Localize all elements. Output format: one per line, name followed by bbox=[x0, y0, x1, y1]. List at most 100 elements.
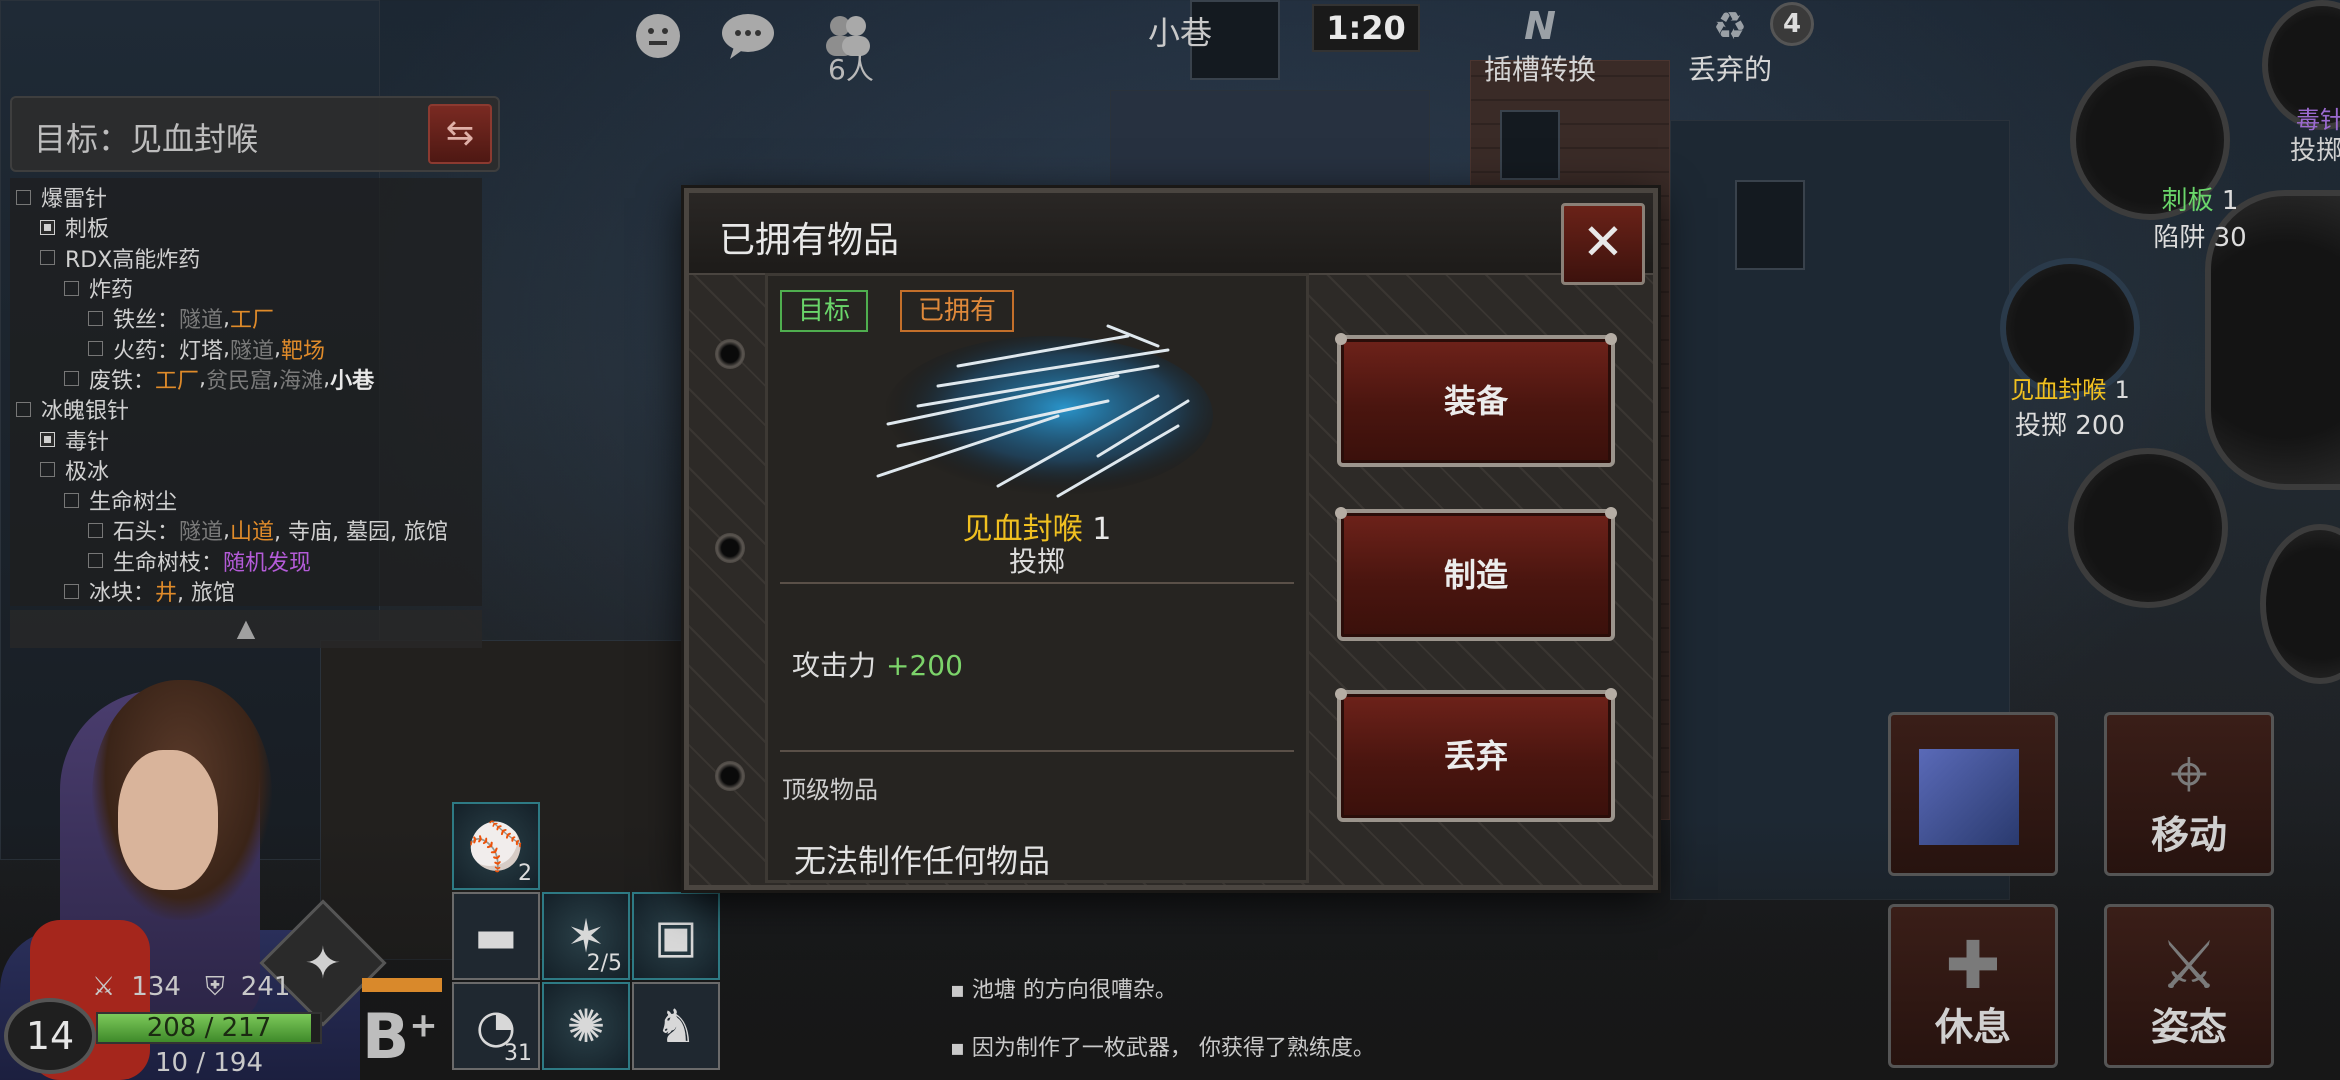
trap-count: 1 bbox=[2221, 186, 2239, 216]
window bbox=[1735, 180, 1805, 270]
slot-count: 2 bbox=[518, 861, 532, 886]
inventory-slot[interactable]: ▣ bbox=[632, 892, 720, 980]
checkbox[interactable] bbox=[16, 189, 31, 205]
checkbox[interactable] bbox=[64, 492, 79, 508]
close-x-icon[interactable]: ✕ bbox=[1561, 203, 1645, 285]
collapse-tree-button[interactable]: ▲ bbox=[10, 610, 482, 648]
swap-arrows-icon[interactable]: ⇆ bbox=[428, 104, 492, 164]
inventory-slot[interactable]: ✺ bbox=[542, 982, 630, 1070]
location-text: , bbox=[223, 336, 231, 362]
rest-button[interactable]: ✚ 休息 bbox=[1888, 904, 2058, 1068]
tree-item-name: 极冰 bbox=[65, 459, 110, 485]
tree-row[interactable]: 极冰 bbox=[10, 455, 482, 485]
checkbox[interactable] bbox=[40, 250, 55, 266]
location-name: 小巷 bbox=[1147, 14, 1212, 52]
attack-label: 攻击力 bbox=[792, 649, 877, 682]
location-text: 工厂 bbox=[230, 308, 275, 334]
location-text: 小巷 bbox=[330, 368, 375, 394]
checkbox[interactable] bbox=[64, 371, 79, 387]
log-line: ▪ 因为制作了一枚武器， 你获得了熟练度。 bbox=[950, 1036, 1375, 1061]
skill-gauge bbox=[362, 978, 442, 992]
checkbox[interactable] bbox=[40, 462, 55, 478]
player-count: 6人 bbox=[828, 53, 874, 86]
tree-row[interactable]: 废铁： 工厂, 贫民窟, 海滩, 小巷 bbox=[10, 364, 482, 394]
divider bbox=[780, 750, 1294, 752]
tree-item-name: 刺板 bbox=[65, 217, 110, 243]
location-text: 海滩 bbox=[279, 368, 324, 394]
attack-value: +200 bbox=[886, 649, 963, 682]
discard-button[interactable]: 丢弃 bbox=[1335, 688, 1617, 822]
crossed-swords-icon: ⚔ bbox=[2159, 927, 2219, 1004]
face bbox=[118, 750, 218, 890]
craft-button[interactable]: 制造 bbox=[1335, 507, 1617, 641]
checkbox[interactable] bbox=[64, 583, 79, 599]
empty-slot-wheel[interactable] bbox=[2068, 448, 2228, 608]
tree-row[interactable]: 铁丝： 隧道, 工厂 bbox=[10, 303, 482, 333]
inventory-slot[interactable]: ⚾ 2 bbox=[452, 802, 540, 890]
tree-row[interactable]: 火药： 灯塔, 隧道, 靶场 bbox=[10, 333, 482, 364]
chat-bubble-icon[interactable] bbox=[720, 8, 776, 64]
checkbox[interactable] bbox=[40, 432, 55, 448]
tree-item-name: 炸药 bbox=[89, 278, 134, 304]
location-text: , bbox=[223, 517, 231, 543]
checkbox[interactable] bbox=[16, 401, 31, 417]
log-text: 池塘 的方向很嘈杂。 bbox=[971, 978, 1177, 1003]
character-stats: ⚔ 134 ⛨ 241 bbox=[92, 972, 306, 1003]
tree-item-name: 爆雷针 bbox=[41, 187, 108, 213]
item-info-panel: 目标 已拥有 见血封喉 1 投掷 攻击力 +200 顶级物品 无法制作任何物品 bbox=[765, 273, 1309, 883]
slot-switch-button[interactable]: N 插槽转换 bbox=[1460, 4, 1620, 86]
item-type: 投掷 bbox=[1008, 545, 1065, 578]
tree-row[interactable]: 石头： 隧道, 山道, 寺庙, 墓园, 旅馆 bbox=[10, 515, 482, 545]
checkbox[interactable] bbox=[88, 522, 103, 538]
level-badge: 14 bbox=[4, 998, 96, 1074]
hp-text: 208 / 217 bbox=[146, 1013, 272, 1043]
dialog-header: 已拥有物品 bbox=[689, 193, 1653, 275]
location-text: 贫民窟 bbox=[206, 368, 273, 394]
tree-item-name: 铁丝： bbox=[113, 308, 180, 334]
location-text: 随机发现 bbox=[223, 550, 312, 576]
tree-row[interactable]: RDX高能炸药 bbox=[10, 243, 482, 273]
move-button[interactable]: ⌖ 移动 bbox=[2104, 712, 2274, 876]
checkbox[interactable] bbox=[64, 280, 79, 296]
gold-bar-icon: ▬ bbox=[474, 909, 518, 963]
log-text: 因为制作了一枚武器， 你获得了熟练度。 bbox=[971, 1036, 1375, 1061]
tree-item-name: 冰块： bbox=[89, 581, 156, 607]
stance-button[interactable]: ⚔ 姿态 bbox=[2104, 904, 2274, 1068]
tree-row[interactable]: 生命树尘 bbox=[10, 485, 482, 515]
round-timer: 1:20 bbox=[1312, 4, 1420, 52]
tree-row[interactable]: 冰块：井, 旅馆 bbox=[10, 576, 482, 606]
tree-row[interactable]: 爆雷针 bbox=[10, 182, 482, 212]
checkbox[interactable] bbox=[88, 310, 103, 326]
target-header[interactable]: 目标：见血封喉 ⇆ bbox=[10, 96, 500, 172]
slot-switch-label: 插槽转换 bbox=[1483, 53, 1596, 86]
inventory-slot[interactable]: ✶ 2/5 bbox=[542, 892, 630, 980]
location-text: 井 bbox=[155, 581, 178, 607]
trap-stat: 陷阱 30 bbox=[2153, 223, 2247, 253]
needle-info: 见血封喉 1 投掷 200 bbox=[1990, 370, 2150, 442]
needle-count: 1 bbox=[2114, 376, 2130, 404]
checkbox[interactable] bbox=[88, 341, 103, 357]
inventory-slot[interactable]: ♞ bbox=[632, 982, 720, 1070]
target-image-button[interactable] bbox=[1888, 712, 2058, 876]
slot-count: 2/5 bbox=[586, 951, 622, 976]
smile-icon[interactable] bbox=[630, 8, 686, 64]
equip-button[interactable]: 装备 bbox=[1335, 333, 1617, 467]
tree-row[interactable]: 毒针 bbox=[10, 424, 482, 455]
inventory-slot[interactable]: ▬ bbox=[452, 892, 540, 980]
tree-row[interactable]: 冰魄银针 bbox=[10, 394, 482, 424]
tree-row[interactable]: 生命树枝： 随机发现 bbox=[10, 546, 482, 576]
map-pin-icon: ⌖ bbox=[2170, 735, 2208, 812]
checkbox[interactable] bbox=[40, 219, 55, 235]
owned-items-dialog: 已拥有物品 ✕ 目标 已拥有 见血封喉 1 投掷 攻击力 +200 顶级物品 无… bbox=[684, 188, 1658, 890]
inventory-slot[interactable]: ◔ 31 bbox=[452, 982, 540, 1070]
checkbox[interactable] bbox=[88, 553, 103, 569]
rivet bbox=[715, 761, 745, 791]
sword-icon: ⚔ bbox=[92, 972, 116, 1002]
rooftop bbox=[1110, 90, 1430, 200]
target-title: 目标：见血封喉 bbox=[34, 120, 259, 158]
tree-row[interactable]: 炸药 bbox=[10, 273, 482, 303]
location-text: 隧道 bbox=[179, 520, 224, 546]
top-bar: 6人 小巷 1:20 N 插槽转换 ♻ 丢弃的 4 bbox=[600, 0, 1814, 86]
tree-row[interactable]: 刺板 bbox=[10, 212, 482, 242]
move-label: 移动 bbox=[2150, 813, 2227, 857]
